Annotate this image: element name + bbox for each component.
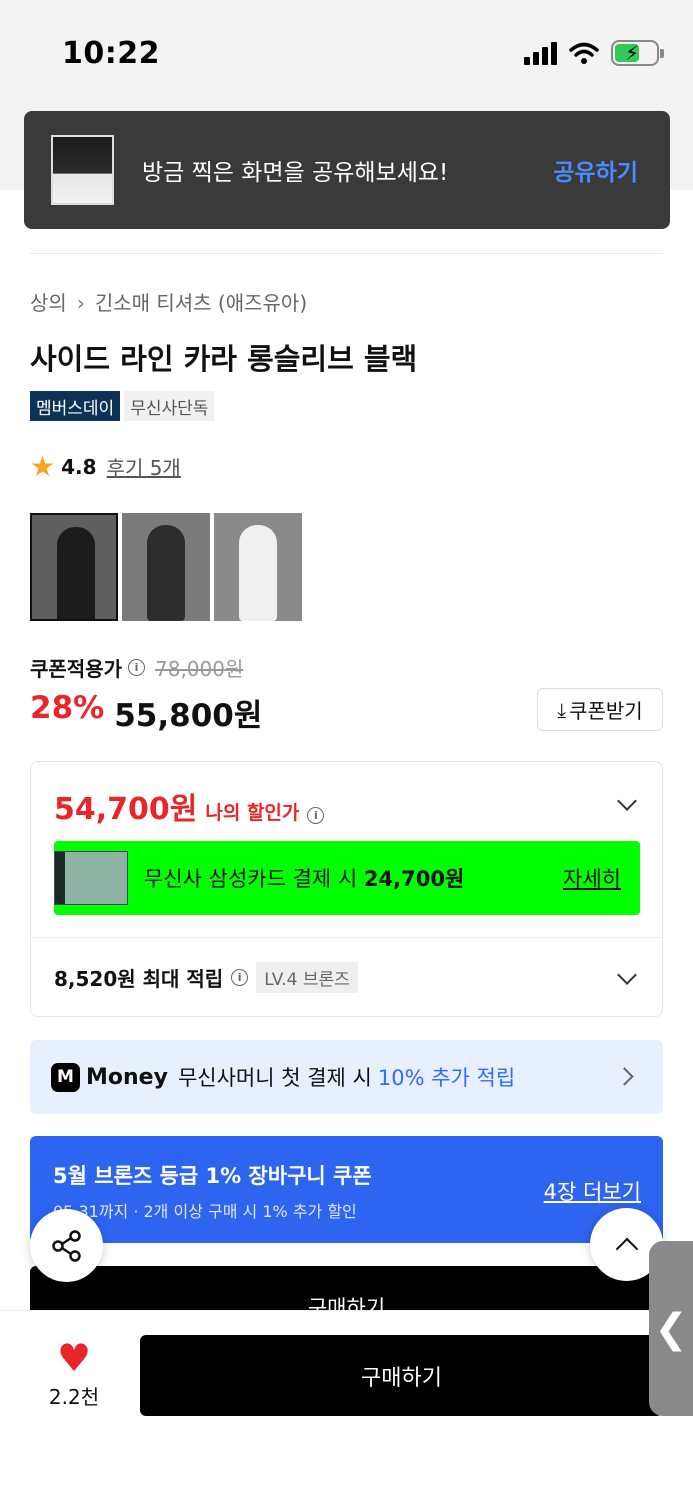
my-price-label: 나의 할인가	[205, 802, 300, 824]
thumbnail-3[interactable]	[214, 513, 302, 621]
reviews-link[interactable]: 후기 5개	[107, 452, 181, 481]
more-coupons-link[interactable]: 4장 더보기	[544, 1176, 641, 1206]
share-toast: 방금 찍은 화면을 공유해보세요! 공유하기	[24, 111, 670, 229]
card-promo-banner[interactable]: 무신사 삼성카드 결제 시 24,700원 자세히	[54, 841, 640, 915]
money-highlight: 10% 추가 적립	[377, 1066, 516, 1090]
thumbnail-1[interactable]	[30, 513, 118, 621]
share-icon	[51, 1229, 81, 1262]
final-price: 55,800원	[114, 698, 263, 734]
card-promo-prefix: 무신사 삼성카드 결제 시	[144, 867, 358, 891]
badge-members-day: 멤버스데이	[30, 391, 121, 421]
breadcrumb: 상의 › 긴소매 티셔츠 (애즈유아)	[30, 287, 307, 316]
chevron-right-icon	[615, 1067, 634, 1086]
my-price-amount: 54,700원	[54, 792, 198, 827]
wifi-icon	[569, 42, 599, 64]
grade-coupon-title: 5월 브론즈 등급 1% 장바구니 쿠폰	[53, 1164, 372, 1188]
grade-coupon-subtitle: 05.31까지 · 2개 이상 구매 시 1% 추가 할인	[53, 1202, 357, 1221]
signal-icon	[524, 41, 557, 65]
badge-exclusive: 무신사단독	[124, 391, 215, 421]
grade-coupon-banner[interactable]: 5월 브론즈 등급 1% 장바구니 쿠폰 05.31까지 · 2개 이상 구매 …	[30, 1136, 663, 1243]
status-icons: ⚡	[524, 40, 664, 66]
chevron-left-icon: ❮	[654, 1305, 688, 1352]
product-title: 사이드 라인 카라 롱슬리브 블랙	[30, 342, 418, 376]
chevron-down-icon[interactable]	[617, 965, 637, 985]
buy-button[interactable]: 구매하기	[140, 1335, 663, 1416]
price-row: 28% 55,800원	[30, 690, 262, 735]
heart-icon: ♥	[56, 1336, 92, 1380]
chevron-down-icon[interactable]	[617, 791, 637, 811]
like-button[interactable]: ♥ 2.2천	[46, 1339, 102, 1410]
coupon-price-label: 쿠폰적용가 i 78,000원	[30, 653, 243, 682]
card-image	[54, 851, 128, 905]
product-badges: 멤버스데이 무신사단독	[30, 391, 215, 421]
money-logo-icon: M	[51, 1062, 80, 1092]
info-icon[interactable]: i	[307, 807, 325, 824]
original-price: 78,000원	[155, 657, 244, 681]
my-discount-price[interactable]: 54,700원 나의 할인가 i	[54, 784, 325, 828]
star-icon: ★	[30, 449, 56, 483]
product-thumbnails	[30, 513, 302, 621]
share-action-button[interactable]: 공유하기	[553, 153, 638, 187]
card-promo-amount: 24,700원	[363, 867, 465, 891]
battery-icon: ⚡	[611, 40, 664, 66]
points-text: 8,520원 최대 적립	[54, 967, 224, 991]
like-count: 2.2천	[48, 1385, 100, 1409]
discount-rate: 28%	[30, 690, 105, 726]
rating: ★ 4.8 후기 5개	[30, 452, 181, 481]
chevron-right-icon: ›	[76, 291, 85, 315]
coupon-label-text: 쿠폰적용가	[30, 657, 122, 681]
share-button[interactable]	[30, 1209, 103, 1282]
info-icon[interactable]: i	[128, 659, 145, 676]
rating-score: 4.8	[61, 454, 97, 479]
money-brand: Money	[86, 1064, 168, 1090]
info-icon[interactable]: i	[231, 969, 249, 986]
card-detail-link[interactable]: 자세히	[563, 863, 621, 893]
bottom-action-bar: ♥ 2.2천 구매하기	[0, 1310, 693, 1500]
status-time: 10:22	[62, 36, 160, 71]
coupon-button-label: 쿠폰받기	[569, 699, 643, 723]
divider	[30, 253, 663, 254]
level-badge: LV.4 브론즈	[256, 962, 358, 993]
breadcrumb-subcategory[interactable]: 긴소매 티셔츠 (애즈유아)	[95, 291, 307, 315]
toast-message: 방금 찍은 화면을 공유해보세요!	[142, 160, 449, 186]
musinsa-money-banner[interactable]: M Money 무신사머니 첫 결제 시 10% 추가 적립	[30, 1040, 663, 1114]
side-panel-handle[interactable]: ❮	[649, 1241, 693, 1416]
breadcrumb-category[interactable]: 상의	[30, 291, 67, 315]
thumbnail-2[interactable]	[122, 513, 210, 621]
money-text: 무신사머니 첫 결제 시	[177, 1066, 372, 1090]
divider	[31, 937, 662, 938]
download-icon: ⤓	[557, 697, 567, 722]
card-promo-text: 무신사 삼성카드 결제 시 24,700원	[144, 863, 563, 893]
chevron-up-icon	[615, 1237, 638, 1260]
screenshot-thumbnail[interactable]	[51, 135, 114, 205]
get-coupon-button[interactable]: ⤓ 쿠폰받기	[537, 688, 663, 731]
points-row[interactable]: 8,520원 최대 적립 i LV.4 브론즈	[54, 962, 358, 993]
benefits-box: 54,700원 나의 할인가 i 무신사 삼성카드 결제 시 24,700원 자…	[30, 761, 663, 1017]
